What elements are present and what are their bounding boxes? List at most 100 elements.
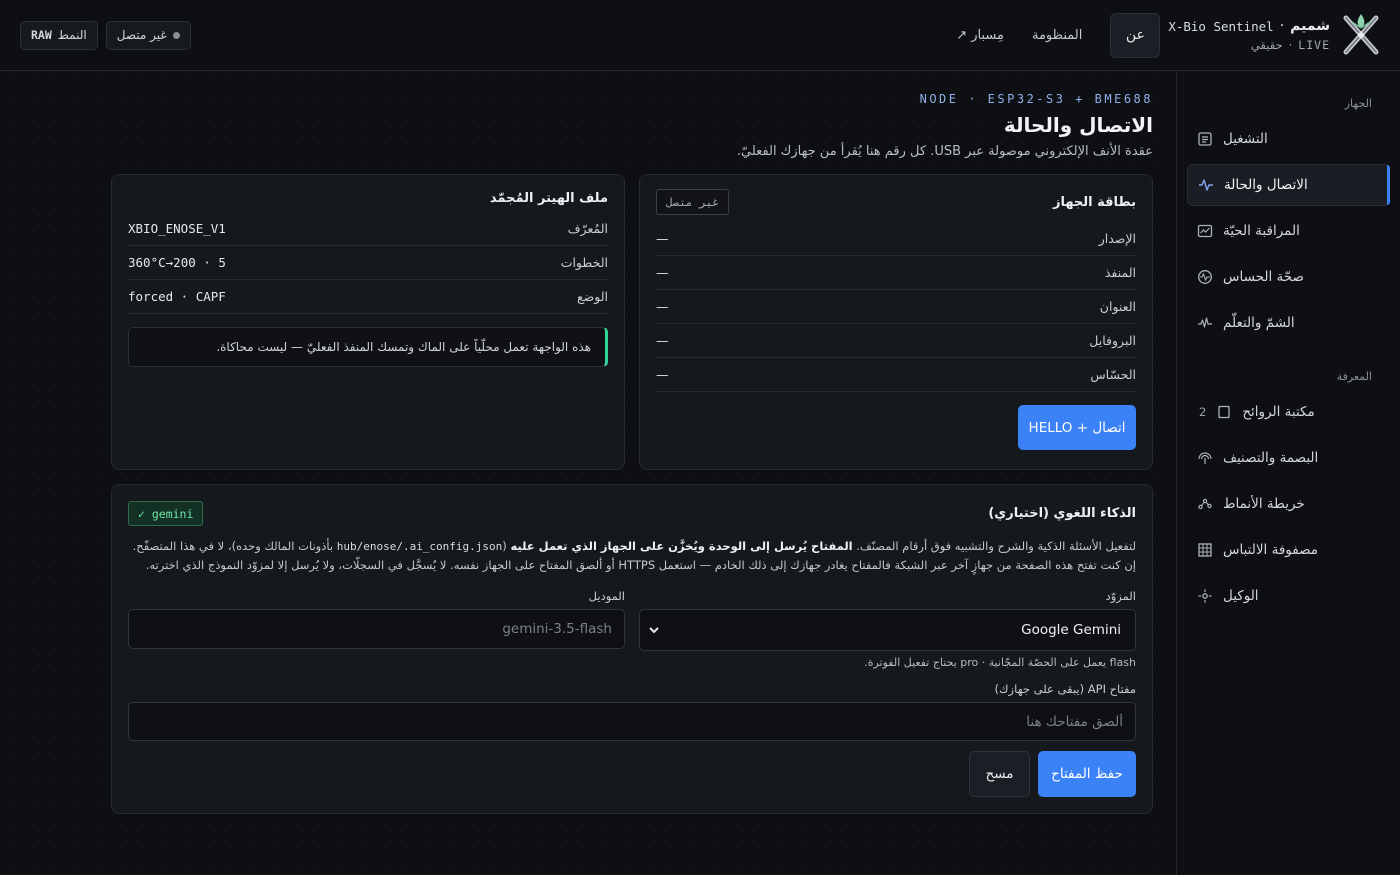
sidebar-item-label: الوكيل [1223, 588, 1259, 604]
sidebar-item-operation[interactable]: التشغيل [1187, 118, 1390, 160]
ai-actions: حفظ المفتاح مسح [128, 751, 1136, 797]
main-content: NODE · ESP32-S3 + BME688 الاتصال والحالة… [111, 71, 1153, 814]
model-field: الموديل [128, 589, 625, 669]
provider-hint: flash يعمل على الحصّة المجّانية · pro يح… [864, 656, 1136, 669]
connect-hello-button[interactable]: اتصال + HELLO [1018, 405, 1136, 450]
save-key-button[interactable]: حفظ المفتاح [1038, 751, 1136, 797]
brand-name: شميم [1290, 18, 1330, 34]
sidebar-item-label: المراقبة الحيّة [1223, 223, 1300, 239]
file-row-id: المُعرّف XBIO_ENOSE_V1 [128, 212, 608, 246]
device-row-port: المنفذ — [656, 256, 1136, 290]
sidebar-item-sensor-health[interactable]: صحّة الحساس [1187, 256, 1390, 298]
ai-settings-card: الذكاء اللغوي (اختياري) ✓ gemini لتفعيل … [111, 484, 1153, 814]
chevron-down-icon [649, 627, 659, 634]
heartbeat-icon [1198, 270, 1212, 284]
device-row-profile: البروفايل — [656, 324, 1136, 358]
device-row-sensor: الحسّاس — [656, 358, 1136, 392]
row-value: XBIO_ENOSE_V1 [128, 221, 226, 236]
row-value: — [656, 333, 669, 348]
agent-icon [1198, 589, 1212, 603]
row-key: الحسّاس [1090, 367, 1136, 382]
sidebar-item-label: البصمة والتصنيف [1223, 450, 1319, 466]
device-row-version: الإصدار — [656, 222, 1136, 256]
clear-key-button[interactable]: مسح [969, 751, 1030, 797]
provider-label: المزوّد [1105, 589, 1136, 603]
brand-logo-icon [1343, 14, 1379, 55]
row-value: forced · CAPF [128, 289, 226, 304]
row-key: المُعرّف [567, 221, 608, 236]
sidebar-item-connection[interactable]: الاتصال والحالة [1187, 164, 1390, 206]
node-eyebrow: NODE · ESP32-S3 + BME688 [919, 92, 1153, 106]
provider-select[interactable]: Google Gemini [639, 609, 1136, 651]
sidebar-item-pattern-map[interactable]: خريطة الأنماط [1187, 483, 1390, 525]
file-row-mode: الوضع forced · CAPF [128, 280, 608, 314]
sidebar-item-label: خريطة الأنماط [1223, 496, 1305, 512]
top-nav: المنظومة مِسبار ↗ [956, 28, 1082, 43]
api-key-label: مفتاح API (يبقى على جهازك) [994, 682, 1136, 696]
row-value: — [656, 231, 669, 246]
device-row-address: العنوان — [656, 290, 1136, 324]
chart-icon [1197, 224, 1213, 238]
nav-link-system[interactable]: المنظومة [1032, 28, 1082, 43]
gemini-status-badge: ✓ gemini [128, 501, 204, 526]
top-bar: شميم · X-Bio Sentinel LIVE · حقيقي عن ال… [0, 0, 1400, 71]
ai-card-title: الذكاء اللغوي (اختياري) [988, 506, 1136, 521]
device-card-title: بطاقة الجهاز [1052, 194, 1136, 210]
row-value: 5 · 200→360°C [128, 255, 226, 270]
row-value: — [656, 367, 669, 382]
status-dot-icon [172, 31, 180, 39]
list-icon [1198, 132, 1212, 146]
device-card: بطاقة الجهاز غير متصل الإصدار — المنفذ — ا… [639, 174, 1153, 470]
row-key: الإصدار [1098, 231, 1136, 246]
row-key: المنفذ [1104, 265, 1136, 280]
sidebar-item-fingerprint[interactable]: البصمة والتصنيف [1187, 437, 1390, 479]
topbar-left-group: غير متصل النمط RAW [20, 20, 191, 50]
cards-row: بطاقة الجهاز غير متصل الإصدار — المنفذ — ا… [111, 174, 1153, 470]
api-key-input[interactable] [128, 702, 1136, 741]
provider-value: Google Gemini [1021, 622, 1121, 638]
nav-link-probe[interactable]: مِسبار ↗ [956, 28, 1004, 43]
row-key: العنوان [1099, 299, 1136, 314]
pulse-icon [1199, 179, 1213, 191]
row-key: الخطوات [560, 255, 608, 270]
page-subtitle: عقدة الأنف الإلكتروني موصولة عبر USB. كل… [736, 144, 1153, 159]
ai-config-path: hub/enose/.ai_config.json [336, 540, 503, 553]
connection-status-badge: غير متصل [105, 20, 191, 50]
mode-label: النمط [57, 28, 87, 42]
language-toggle-button[interactable]: عن [1110, 12, 1161, 58]
sidebar: الجهاز التشغيل الاتصال والحالة المراقبة … [1176, 71, 1400, 875]
page-title: الاتصال والحالة [1003, 113, 1153, 137]
sidebar-item-confusion-matrix[interactable]: مصفوفة الالتباس [1187, 529, 1390, 571]
ai-description: لتفعيل الأسئلة الذكية والشرح والتشبيه فو… [132, 539, 1136, 572]
model-label: الموديل [588, 589, 625, 603]
ai-fields-row: المزوّد Google Gemini flash يعمل على الح… [128, 589, 1136, 669]
fingerprint-icon [1198, 452, 1212, 464]
sidebar-item-label: مكتبة الروائح [1242, 404, 1315, 420]
sidebar-item-odor-library[interactable]: مكتبة الروائح 2 [1187, 391, 1390, 433]
provider-field: المزوّد Google Gemini flash يعمل على الح… [639, 589, 1136, 669]
row-value: — [656, 265, 669, 280]
sidebar-item-agent[interactable]: الوكيل [1187, 575, 1390, 617]
grid-icon [1198, 543, 1212, 557]
mode-toggle-button[interactable]: النمط RAW [20, 20, 98, 50]
live-indicator: LIVE [1298, 38, 1330, 52]
sidebar-item-label: مصفوفة الالتباس [1223, 542, 1319, 558]
device-info-list: الإصدار — المنفذ — العنوان — البروفايل — الح… [656, 222, 1136, 392]
sidebar-item-live-monitoring[interactable]: المراقبة الحيّة [1187, 210, 1390, 252]
ai-desc-bold: المفتاح يُرسل إلى الوحدة ويُخزَّن على ال… [510, 539, 853, 553]
model-input[interactable] [128, 609, 625, 649]
heater-file-list: المُعرّف XBIO_ENOSE_V1 الخطوات 5 · 200→360… [128, 212, 608, 314]
device-status-tag: غير متصل [656, 189, 729, 215]
odor-library-count: 2 [1199, 405, 1207, 419]
row-key: الوضع [576, 289, 608, 304]
sidebar-item-label: الاتصال والحالة [1224, 177, 1308, 193]
row-value: — [656, 299, 669, 314]
file-row-steps: الخطوات 5 · 200→360°C [128, 246, 608, 280]
brand[interactable]: شميم · X-Bio Sentinel LIVE · حقيقي [1168, 12, 1382, 58]
sidebar-item-smell-learning[interactable]: الشمّ والتعلّم [1187, 302, 1390, 344]
sidebar-group-device: الجهاز [1344, 97, 1372, 110]
sidebar-item-label: صحّة الحساس [1223, 269, 1304, 285]
product-name: X-Bio Sentinel [1168, 18, 1274, 34]
scatter-icon [1198, 498, 1212, 510]
brand-separator: · [1279, 18, 1285, 34]
